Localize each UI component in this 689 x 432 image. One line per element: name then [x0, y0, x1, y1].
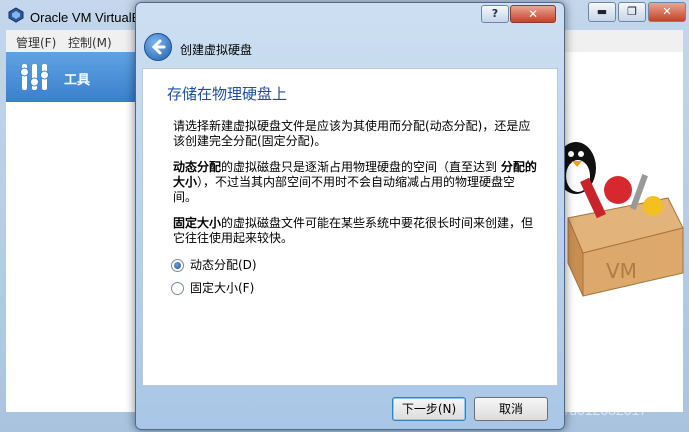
radio-dynamic[interactable]: 动态分配(D): [171, 256, 257, 272]
machine-list-panel: 工具: [6, 52, 137, 412]
radio-fixed-indicator[interactable]: [171, 282, 184, 295]
dynamic-text-2: ），不过当其内部空间不用时不会自动缩减占用的物理硬盘空间。: [173, 175, 516, 204]
back-button[interactable]: [144, 33, 172, 61]
dialog-title: 创建虚拟硬盘: [180, 43, 253, 57]
penguin-toolbox-illustration: VM: [556, 142, 684, 297]
menu-control[interactable]: 控制(M): [68, 34, 112, 51]
dynamic-term: 动态分配: [173, 160, 222, 174]
radio-fixed[interactable]: 固定大小(F): [171, 279, 254, 295]
next-button[interactable]: 下一步(N): [392, 397, 466, 421]
help-button[interactable]: ?: [481, 5, 509, 23]
dynamic-text-1: 的虚拟磁盘只是逐渐占用物理硬盘的空间（直至达到: [221, 160, 501, 174]
wizard-content: 存储在物理硬盘上 请选择新建虚拟硬盘文件是应该为其使用而分配(动态分配)，还是应…: [142, 68, 558, 386]
close-button[interactable]: ✕: [648, 2, 686, 22]
maximize-button[interactable]: ❐: [618, 2, 646, 22]
create-virtual-disk-dialog: ? ✕ 创建虚拟硬盘 存储在物理硬盘上 请选择新建虚拟硬盘文件是应该为其使用而分…: [135, 2, 565, 430]
radio-dynamic-indicator[interactable]: [171, 259, 184, 272]
intro-paragraph: 请选择新建虚拟硬盘文件是应该为其使用而分配(动态分配)，还是应该创建完全分配(固…: [173, 119, 531, 148]
tools-label: 工具: [64, 73, 91, 88]
dialog-footer: 下一步(N) 取消: [136, 385, 564, 429]
fixed-description: 固定大小的虚拟磁盘文件可能在某些系统中要花很长时间来创建，但它往往使用起来较快。: [173, 216, 539, 246]
fixed-text: 的虚拟磁盘文件可能在某些系统中要花很长时间来创建，但它往往使用起来较快。: [173, 216, 534, 245]
cancel-button[interactable]: 取消: [474, 397, 548, 421]
svg-text:VM: VM: [606, 259, 637, 283]
dynamic-description: 动态分配的虚拟磁盘只是逐渐占用物理硬盘的空间（直至达到 分配的大小），不过当其内…: [173, 160, 539, 205]
tools-icon: [20, 64, 49, 90]
radio-dynamic-label: 动态分配(D): [190, 258, 257, 272]
back-arrow-icon: [151, 39, 166, 55]
menu-manage[interactable]: 管理(F): [16, 34, 56, 51]
fixed-term: 固定大小: [173, 216, 222, 230]
radio-fixed-label: 固定大小(F): [190, 281, 255, 295]
dialog-close-button[interactable]: ✕: [510, 5, 556, 23]
tools-item[interactable]: 工具: [6, 52, 136, 102]
page-heading: 存储在物理硬盘上: [167, 85, 288, 103]
minimize-button[interactable]: ▬: [588, 2, 616, 22]
virtualbox-logo-icon: [8, 7, 24, 23]
